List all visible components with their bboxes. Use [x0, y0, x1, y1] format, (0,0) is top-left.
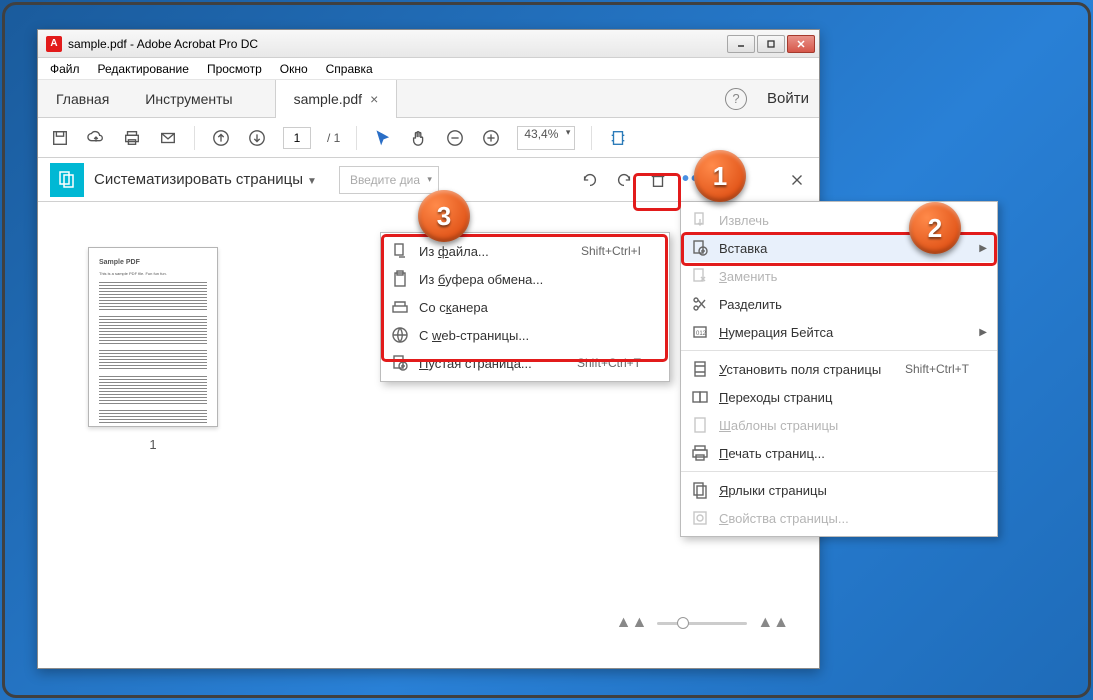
- minimize-button[interactable]: [727, 35, 755, 53]
- print-icon[interactable]: [122, 128, 142, 148]
- badge-1: 1: [694, 150, 746, 202]
- scanner-icon: [391, 298, 409, 316]
- email-icon[interactable]: [158, 128, 178, 148]
- delete-page-icon[interactable]: [648, 170, 668, 190]
- zoom-small-icon: ▲▲: [616, 614, 648, 632]
- menu-bar: Файл Редактирование Просмотр Окно Справк…: [38, 58, 819, 80]
- page-boxes-icon: [691, 360, 709, 378]
- labels-icon: [691, 481, 709, 499]
- svg-text:012: 012: [696, 331, 707, 337]
- submenu-arrow-icon: ▶: [979, 327, 987, 338]
- tab-document[interactable]: sample.pdf ×: [275, 80, 398, 118]
- close-panel-icon[interactable]: [787, 170, 807, 190]
- blank-page-icon: [391, 354, 409, 372]
- menu-window[interactable]: Окно: [272, 60, 316, 78]
- window-title: sample.pdf - Adobe Acrobat Pro DC: [68, 37, 258, 51]
- thumbnail-zoom-slider[interactable]: ▲▲ ▲▲: [616, 614, 789, 632]
- badge-2: 2: [909, 202, 961, 254]
- menu-print-pages[interactable]: Печать страниц...: [681, 439, 997, 467]
- close-button[interactable]: [787, 35, 815, 53]
- menu-replace: ЗЗаменитьаменить: [681, 262, 997, 290]
- menu-file[interactable]: Файл: [42, 60, 88, 78]
- insert-icon: [691, 239, 709, 257]
- prev-page-icon[interactable]: [211, 128, 231, 148]
- help-icon[interactable]: ?: [725, 88, 747, 110]
- submenu-from-clipboard[interactable]: Из буфера обмена...: [381, 265, 669, 293]
- menu-help[interactable]: Справка: [318, 60, 381, 78]
- submenu-from-file[interactable]: Из файла... Shift+Ctrl+I: [381, 237, 669, 265]
- tab-close-icon[interactable]: ×: [370, 91, 378, 107]
- tab-document-label: sample.pdf: [294, 91, 362, 107]
- title-bar: A sample.pdf - Adobe Acrobat Pro DC: [38, 30, 819, 58]
- menu-page-labels[interactable]: Ярлыки страницы: [681, 476, 997, 504]
- replace-icon: [691, 267, 709, 285]
- zoom-in-icon[interactable]: [481, 128, 501, 148]
- main-toolbar: / 1 43,4%▾: [38, 118, 819, 158]
- zoom-out-icon[interactable]: [445, 128, 465, 148]
- zoom-large-icon: ▲▲: [757, 614, 789, 632]
- fit-page-icon[interactable]: [608, 128, 628, 148]
- rotate-ccw-icon[interactable]: [580, 170, 600, 190]
- organize-pages-icon: [50, 163, 84, 197]
- next-page-icon[interactable]: [247, 128, 267, 148]
- cloud-upload-icon[interactable]: [86, 128, 106, 148]
- page-number-input[interactable]: [283, 127, 311, 149]
- login-link[interactable]: Войти: [767, 90, 809, 107]
- submenu-blank-page[interactable]: Пустая страница... Shift+Ctrl+T: [381, 349, 669, 377]
- window-control-group: [727, 35, 815, 53]
- thumb-doc-title: Sample PDF: [99, 258, 207, 267]
- organize-pages-dropdown[interactable]: Систематизировать страницы▼: [94, 171, 317, 188]
- page-thumbnail[interactable]: Sample PDF This is a sample PDF file. Fu…: [88, 247, 218, 452]
- extract-icon: [691, 211, 709, 229]
- toolbar-separator: [194, 126, 195, 150]
- menu-page-properties: Свойства страницы...: [681, 504, 997, 532]
- web-icon: [391, 326, 409, 344]
- menu-set-boxes[interactable]: Установить поля страницы Shift+Ctrl+T: [681, 355, 997, 383]
- transitions-icon: [691, 388, 709, 406]
- page-total: / 1: [327, 131, 340, 145]
- properties-icon: [691, 509, 709, 527]
- from-file-icon: [391, 242, 409, 260]
- submenu-from-scanner[interactable]: Со сканера: [381, 293, 669, 321]
- menu-view[interactable]: Просмотр: [199, 60, 270, 78]
- templates-icon: [691, 416, 709, 434]
- toolbar-separator: [356, 126, 357, 150]
- menu-separator: [681, 471, 997, 472]
- hand-tool-icon[interactable]: [409, 128, 429, 148]
- split-icon: [691, 295, 709, 313]
- toolbar-separator: [591, 126, 592, 150]
- tab-row: Главная Инструменты sample.pdf × ? Войти: [38, 80, 819, 118]
- insert-submenu: Из файла... Shift+Ctrl+I Из буфера обмен…: [380, 232, 670, 382]
- submenu-from-web[interactable]: С web-страницы...: [381, 321, 669, 349]
- submenu-arrow-icon: ▶: [979, 243, 987, 254]
- menu-transitions[interactable]: Переходы страниц: [681, 383, 997, 411]
- more-options-menu: Извлечь Вставка ▶ ЗЗаменитьаменить Разде…: [680, 201, 998, 537]
- menu-separator: [681, 350, 997, 351]
- menu-edit[interactable]: Редактирование: [90, 60, 197, 78]
- menu-split[interactable]: Разделить: [681, 290, 997, 318]
- maximize-button[interactable]: [757, 35, 785, 53]
- save-icon[interactable]: [50, 128, 70, 148]
- acrobat-icon: A: [46, 36, 62, 52]
- badge-3: 3: [418, 190, 470, 242]
- tab-tools[interactable]: Инструменты: [127, 80, 250, 118]
- thumb-page-number: 1: [88, 437, 218, 452]
- clipboard-icon: [391, 270, 409, 288]
- menu-bates[interactable]: 012 Нумерация Бейтса ▶: [681, 318, 997, 346]
- thumb-doc-sub: This is a sample PDF file. Fun fun fun.: [99, 271, 207, 276]
- rotate-cw-icon[interactable]: [614, 170, 634, 190]
- select-tool-icon[interactable]: [373, 128, 393, 148]
- menu-templates: Шаблоны страницы: [681, 411, 997, 439]
- bates-icon: 012: [691, 323, 709, 341]
- tab-home[interactable]: Главная: [38, 80, 127, 118]
- zoom-select[interactable]: 43,4%▾: [517, 126, 575, 150]
- print-pages-icon: [691, 444, 709, 462]
- page-range-input[interactable]: Введите диапазон страниц: [339, 166, 439, 194]
